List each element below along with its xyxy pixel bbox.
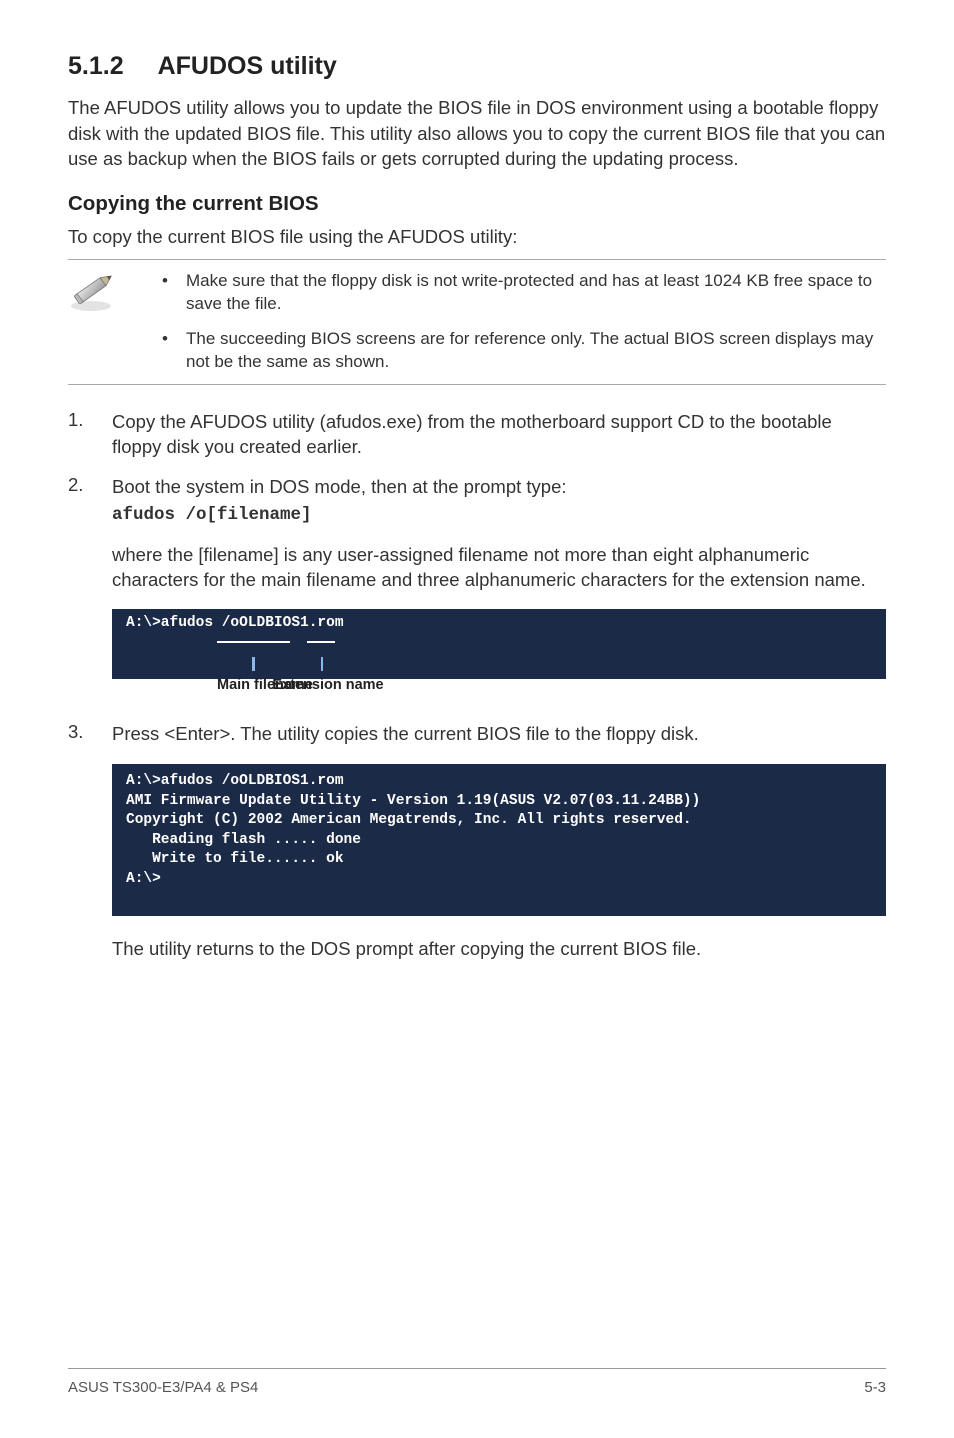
note-text: Make sure that the floppy disk is not wr… [186, 270, 880, 316]
step-number: 3. [68, 721, 112, 961]
sub-paragraph: To copy the current BIOS file using the … [68, 224, 886, 250]
step-text: Copy the AFUDOS utility (afudos.exe) fro… [112, 409, 886, 460]
annotation-label: Extension name [268, 675, 388, 695]
page-footer: ASUS TS300-E3/PA4 & PS4 5-3 [68, 1368, 886, 1396]
footer-left: ASUS TS300-E3/PA4 & PS4 [68, 1379, 258, 1396]
note-item: • The succeeding BIOS screens are for re… [156, 328, 880, 374]
pencil-icon [68, 270, 118, 312]
note-box: • Make sure that the floppy disk is not … [68, 259, 886, 385]
bullet-icon: • [156, 328, 186, 374]
section-title: AFUDOS utility [158, 52, 337, 80]
bullet-icon: • [156, 270, 186, 316]
note-item: • Make sure that the floppy disk is not … [156, 270, 880, 316]
step-text: Press <Enter>. The utility copies the cu… [112, 721, 886, 747]
terminal-line: A:\>afudos /oOLDBIOS1.rom [126, 615, 344, 631]
step-after-text: where the [filename] is any user-assigne… [112, 542, 886, 593]
step-after-text: The utility returns to the DOS prompt af… [112, 936, 886, 962]
section-number: 5.1.2 [68, 52, 124, 81]
terminal-output: A:\>afudos /oOLDBIOS1.rom [112, 609, 886, 679]
step-item: 1. Copy the AFUDOS utility (afudos.exe) … [68, 409, 886, 460]
annotation-row: Main filename Extension name [112, 683, 886, 695]
footer-page-number: 5-3 [864, 1379, 886, 1396]
step-number: 1. [68, 409, 112, 460]
step-item: 2. Boot the system in DOS mode, then at … [68, 474, 886, 707]
code-command: afudos /o[filename] [112, 503, 886, 527]
section-heading: 5.1.2 AFUDOS utility [68, 52, 886, 81]
sub-heading: Copying the current BIOS [68, 192, 886, 216]
intro-paragraph: The AFUDOS utility allows you to update … [68, 95, 886, 172]
step-item: 3. Press <Enter>. The utility copies the… [68, 721, 886, 961]
step-text: Boot the system in DOS mode, then at the… [112, 474, 886, 500]
terminal-output: A:\>afudos /oOLDBIOS1.rom AMI Firmware U… [112, 764, 886, 915]
note-icon-cell [68, 260, 150, 317]
step-number: 2. [68, 474, 112, 707]
note-text: The succeeding BIOS screens are for refe… [186, 328, 880, 374]
